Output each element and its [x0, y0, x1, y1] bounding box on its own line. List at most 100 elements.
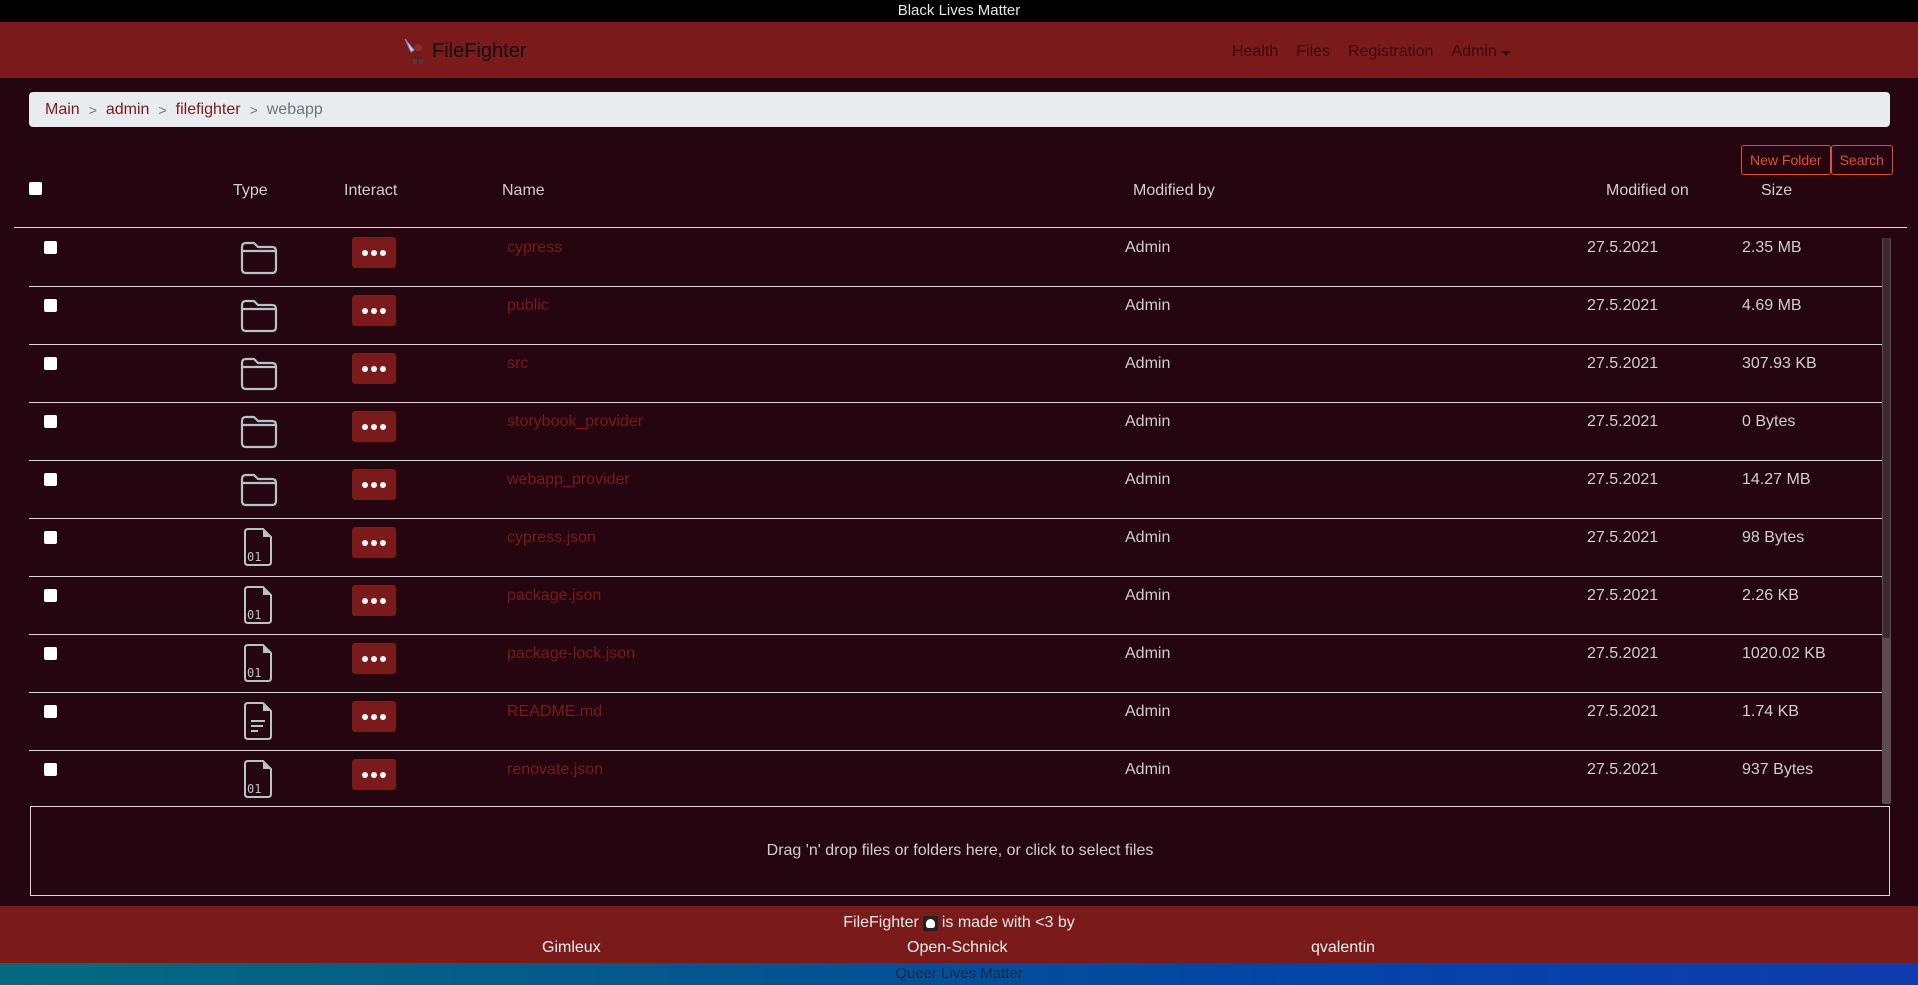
file-row: storybook_provider Admin 27.5.2021 0 Byt… — [29, 403, 1882, 461]
file-name-link[interactable]: storybook_provider — [507, 413, 643, 431]
svg-text:01: 01 — [247, 608, 261, 622]
nav-links: Health Files Registration Admin — [1232, 40, 1520, 64]
file-size: 2.35 MB — [1742, 239, 1802, 256]
upload-dropzone[interactable]: Drag 'n' drop files or folders here, or … — [30, 806, 1890, 896]
row-checkbox[interactable] — [44, 763, 57, 776]
top-banner: Black Lives Matter — [0, 0, 1918, 22]
row-checkbox[interactable] — [44, 531, 57, 544]
scrollbar-thumb[interactable] — [1883, 238, 1890, 638]
breadcrumb: Main > admin > filefighter > webapp — [29, 92, 1890, 127]
file-name-link[interactable]: src — [507, 355, 528, 373]
row-actions-button[interactable] — [352, 353, 396, 384]
row-actions-button[interactable] — [352, 585, 396, 616]
author-link-qvalentin[interactable]: qvalentin — [1311, 939, 1375, 957]
row-checkbox[interactable] — [44, 705, 57, 718]
breadcrumb-current: webapp — [266, 100, 323, 118]
folder-icon — [239, 409, 279, 451]
column-header-modified-on[interactable]: Modified on — [1606, 182, 1689, 200]
modified-by: Admin — [1125, 297, 1171, 314]
file-name-link[interactable]: package-lock.json — [507, 645, 635, 663]
dot — [371, 365, 377, 372]
author-link-gimleux[interactable]: Gimleux — [542, 939, 601, 957]
file-name-link[interactable]: renovate.json — [507, 761, 603, 779]
dot — [371, 423, 377, 430]
file-name-link[interactable]: cypress.json — [507, 529, 596, 547]
row-actions-button[interactable] — [352, 411, 396, 442]
dot — [371, 307, 377, 314]
breadcrumb-filefighter[interactable]: filefighter — [176, 101, 241, 119]
dot — [362, 481, 368, 488]
file-row: README.md Admin 27.5.2021 1.74 KB — [29, 693, 1882, 751]
svg-text:01: 01 — [247, 666, 261, 680]
breadcrumb-admin[interactable]: admin — [106, 101, 150, 119]
row-actions-button[interactable] — [352, 759, 396, 790]
table-header: Type Interact Name Modified by Modified … — [14, 168, 1907, 228]
binary-file-icon: 01 — [239, 525, 279, 567]
file-row: src Admin 27.5.2021 307.93 KB — [29, 345, 1882, 403]
nav-link-files[interactable]: Files — [1287, 40, 1339, 64]
select-all-checkbox[interactable] — [29, 182, 42, 195]
modified-on: 27.5.2021 — [1587, 239, 1659, 256]
column-header-size[interactable]: Size — [1761, 182, 1792, 200]
column-header-type: Type — [233, 182, 268, 199]
row-actions-button[interactable] — [352, 237, 396, 268]
file-row: 01 renovate.json Admin 27.5.2021 937 Byt… — [29, 751, 1882, 804]
dot — [371, 249, 377, 256]
row-actions-button[interactable] — [352, 527, 396, 558]
row-checkbox[interactable] — [44, 647, 57, 660]
breadcrumb-main[interactable]: Main — [45, 101, 80, 119]
file-size: 1020.02 KB — [1742, 645, 1826, 662]
modified-by: Admin — [1125, 239, 1171, 256]
row-checkbox[interactable] — [44, 473, 57, 486]
dot — [380, 597, 386, 604]
row-checkbox[interactable] — [44, 357, 57, 370]
row-checkbox[interactable] — [44, 415, 57, 428]
row-actions-button[interactable] — [352, 701, 396, 732]
column-header-interact: Interact — [344, 182, 398, 199]
row-checkbox[interactable] — [44, 589, 57, 602]
modified-by: Admin — [1125, 413, 1171, 430]
row-actions-button[interactable] — [352, 295, 396, 326]
binary-file-icon: 01 — [239, 583, 279, 625]
dot — [380, 539, 386, 546]
dot — [362, 365, 368, 372]
file-size: 14.27 MB — [1742, 471, 1811, 488]
nav-link-registration[interactable]: Registration — [1339, 40, 1442, 64]
footer: FileFighter is made with <3 by Gimleux O… — [0, 906, 1918, 963]
modified-on: 27.5.2021 — [1587, 645, 1659, 662]
breadcrumb-separator: > — [158, 101, 167, 118]
dot — [380, 423, 386, 430]
row-checkbox[interactable] — [44, 241, 57, 254]
file-name-link[interactable]: README.md — [507, 703, 602, 721]
dot — [380, 481, 386, 488]
file-row: 01 package-lock.json Admin 27.5.2021 102… — [29, 635, 1882, 693]
modified-on: 27.5.2021 — [1587, 355, 1659, 372]
dot — [371, 539, 377, 546]
dot — [380, 713, 386, 720]
svg-text:01: 01 — [247, 550, 261, 564]
brand-link[interactable]: FileFighter — [402, 36, 526, 66]
file-list-scrollbar[interactable] — [1882, 238, 1891, 804]
modified-on: 27.5.2021 — [1587, 529, 1659, 546]
row-actions-button[interactable] — [352, 643, 396, 674]
nav-link-health[interactable]: Health — [1232, 40, 1287, 64]
file-name-link[interactable]: cypress — [507, 239, 562, 257]
dot — [380, 307, 386, 314]
dot — [380, 249, 386, 256]
admin-dropdown-label: Admin — [1451, 43, 1497, 60]
github-icon[interactable] — [922, 915, 938, 931]
binary-file-icon: 01 — [239, 757, 279, 799]
row-checkbox[interactable] — [44, 299, 57, 312]
file-name-link[interactable]: package.json — [507, 587, 601, 605]
nav-dropdown-admin[interactable]: Admin — [1442, 40, 1519, 64]
file-name-link[interactable]: webapp_provider — [507, 471, 630, 489]
breadcrumb-separator: > — [249, 101, 258, 118]
column-header-name[interactable]: Name — [502, 182, 545, 200]
file-name-link[interactable]: public — [507, 297, 549, 315]
dot — [371, 481, 377, 488]
row-actions-button[interactable] — [352, 469, 396, 500]
dot — [362, 655, 368, 662]
author-link-open-schnick[interactable]: Open-Schnick — [907, 939, 1008, 957]
column-header-modified-by[interactable]: Modified by — [1133, 182, 1215, 200]
file-size: 4.69 MB — [1742, 297, 1802, 314]
